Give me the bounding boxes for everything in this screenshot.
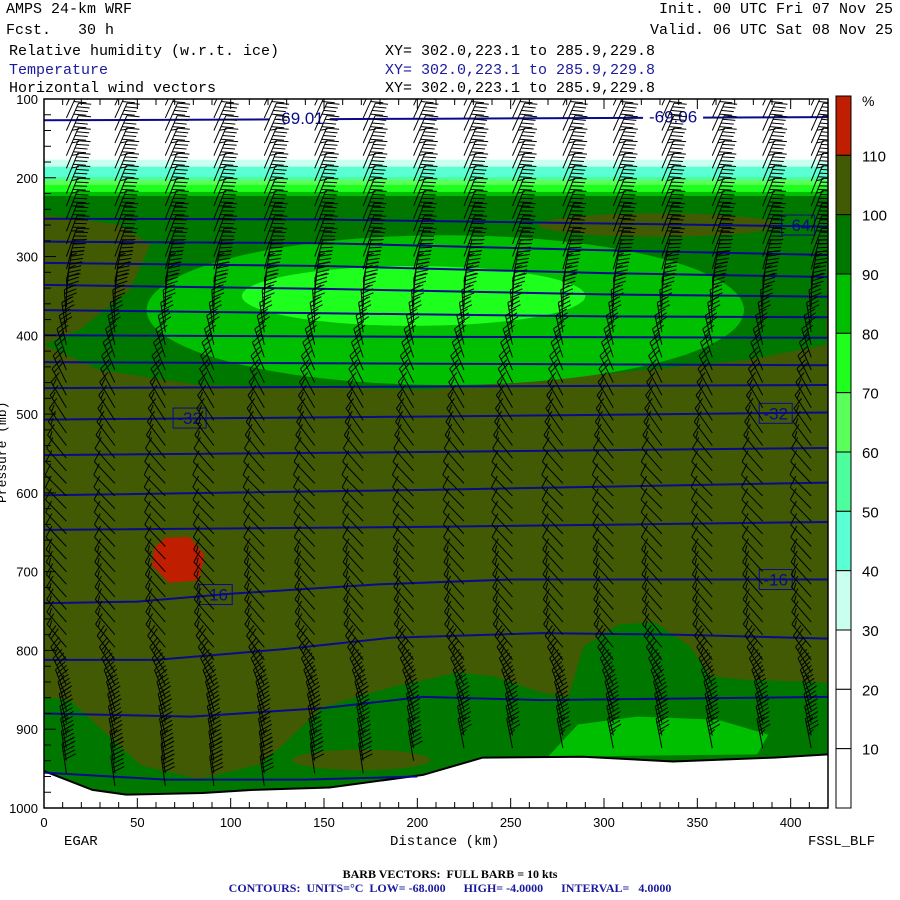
colorbar-label: 50 (862, 504, 879, 521)
colorbar-band (835, 392, 852, 453)
x-tick-label: 50 (130, 815, 144, 830)
colorbar-label: 90 (862, 267, 879, 284)
colorbar-label: 80 (862, 326, 879, 343)
colorbar: % 110 100 90 80 70 60 50 40 30 20 10 (835, 93, 887, 809)
x-tick-label: 200 (406, 815, 428, 830)
colorbar-label: 70 (862, 386, 879, 403)
colorbar-band (835, 214, 852, 275)
x-tick-label: 150 (313, 815, 335, 830)
y-tick-label: 900 (16, 722, 38, 737)
colorbar-band (835, 748, 852, 809)
x-tick-label: 100 (220, 815, 242, 830)
x-axis-title: Distance (km) (390, 834, 500, 850)
colorbar-band (835, 510, 852, 572)
y-tick-label: 600 (16, 486, 38, 501)
colorbar-label: 20 (862, 682, 879, 699)
colorbar-unit: % (862, 93, 874, 109)
y-tick-label: 100 (16, 92, 38, 107)
colorbar-band (835, 332, 852, 394)
x-tick-label: 350 (686, 815, 708, 830)
y-tick-label: 800 (16, 643, 38, 658)
contour-note: CONTOURS: UNITS=°C LOW= -68.000 HIGH= -4… (228, 881, 672, 895)
y-tick-label: 300 (16, 250, 38, 265)
y-tick-label: 700 (16, 565, 38, 580)
colorbar-band (835, 629, 852, 690)
colorbar-band (835, 570, 852, 631)
x-tick-label: 250 (500, 815, 522, 830)
y-tick-label: 500 (16, 407, 38, 422)
y-axis-title: Pressure (mb) (0, 401, 10, 503)
colorbar-band (835, 95, 852, 156)
colorbar-band (835, 688, 852, 750)
y-tick-label: 1000 (9, 801, 38, 816)
colorbar-label: 10 (862, 742, 879, 759)
colorbar-band (835, 154, 852, 216)
x-tick-label: 300 (593, 815, 615, 830)
x-tick-label: 0 (40, 815, 47, 830)
colorbar-label: 110 (862, 148, 886, 165)
y-tick-label: 400 (16, 328, 38, 343)
contour-label: -64 (786, 216, 811, 235)
barb-note: BARB VECTORS: FULL BARB = 10 kts (342, 867, 558, 881)
colorbar-label: 40 (862, 564, 879, 581)
colorbar-band (835, 451, 852, 512)
right-endpoint-label: FSSL_BLF (808, 834, 876, 850)
y-tick-label: 200 (16, 171, 38, 186)
colorbar-label: 60 (862, 445, 879, 462)
left-endpoint-label: EGAR (64, 834, 98, 850)
colorbar-band (835, 273, 852, 334)
contour-label: -16 (763, 571, 788, 590)
cross-section-chart: -69.01 -69.06-64-32 -32-16-16 0 50 100 150 200… (9, 92, 887, 830)
colorbar-label: 30 (862, 623, 879, 640)
contour-label: -32 (763, 404, 788, 423)
colorbar-label: 100 (862, 208, 887, 225)
x-tick-label: 400 (780, 815, 802, 830)
